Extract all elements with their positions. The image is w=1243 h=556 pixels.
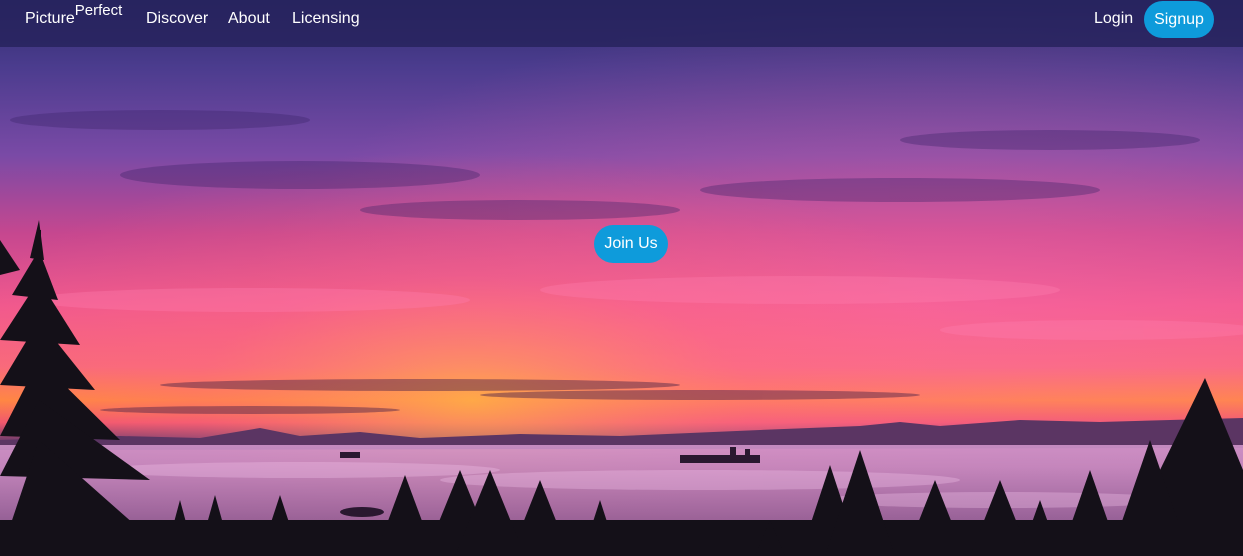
nav-link-about[interactable]: About (228, 10, 270, 28)
nav-link-login[interactable]: Login (1094, 10, 1133, 28)
brand-superscript: Perfect (74, 2, 123, 19)
brand-logo[interactable]: PicturePerfect (25, 2, 122, 28)
top-navbar: PicturePerfect Discover About Licensing … (0, 0, 1243, 47)
page: PicturePerfect Discover About Licensing … (0, 0, 1243, 556)
nav-link-licensing[interactable]: Licensing (292, 10, 360, 28)
nav-link-discover[interactable]: Discover (146, 10, 208, 28)
hero-background-image (0, 0, 1243, 556)
join-us-button[interactable]: Join Us (594, 225, 668, 263)
signup-button[interactable]: Signup (1144, 1, 1214, 38)
brand-main: Picture (25, 10, 75, 27)
